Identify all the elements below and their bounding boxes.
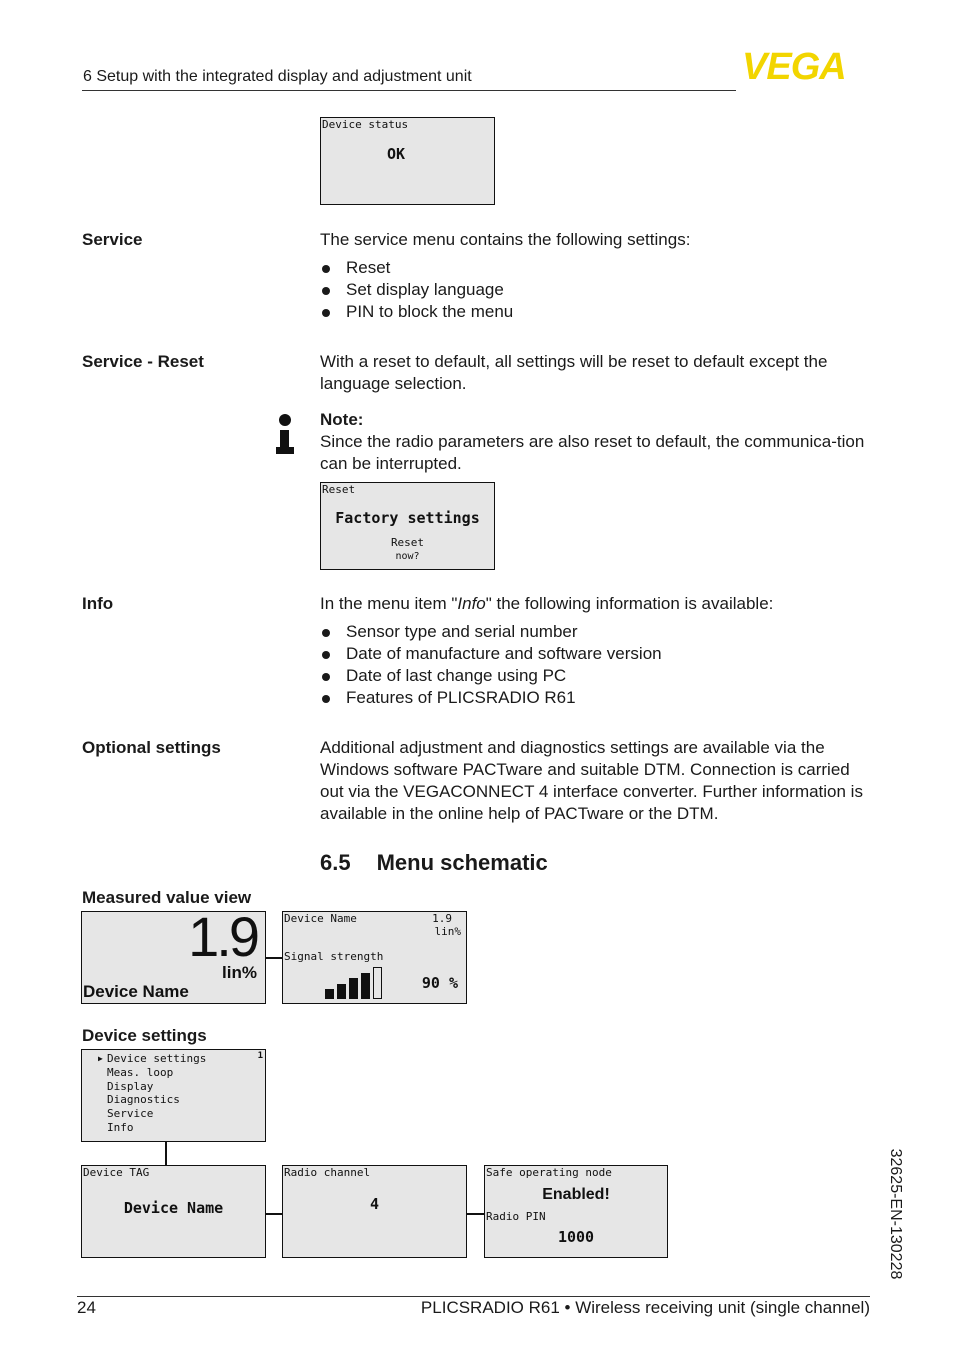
device-settings-heading: Device settings (82, 1026, 207, 1045)
connector (467, 1213, 484, 1215)
measured-value: 1.9 (188, 905, 260, 968)
info-list: Sensor type and serial number Date of ma… (320, 621, 880, 709)
list-item: Features of PLICSRADIO R61 (320, 687, 880, 709)
vega-logo: VEGA (742, 46, 847, 88)
optional-text: Additional adjustment and diagnostics se… (320, 738, 863, 823)
info-text: In the menu item "Info" the following in… (320, 593, 880, 709)
signal-bars-icon (325, 967, 385, 999)
connector (266, 1213, 283, 1215)
device-name: Device Name (83, 982, 189, 1001)
reset-text: With a reset to default, all settings wi… (320, 352, 828, 393)
display-title: Safe operating node (486, 1166, 612, 1179)
safe-mode-display: Safe operating node Enabled! Radio PIN 1… (484, 1165, 668, 1258)
list-item: PIN to block the menu (320, 301, 880, 323)
menu-item-info[interactable]: Info (107, 1121, 206, 1135)
paragraph: The service menu contains the following … (320, 230, 691, 249)
paragraph: In the menu item "Info" the following in… (320, 594, 774, 613)
display-unit: lin% (434, 925, 462, 938)
display-value: OK (387, 145, 406, 163)
device-settings-menu: 1 ▶ Device settings Meas. loop Display Di… (81, 1049, 266, 1142)
signal-percent: 90 % (421, 974, 458, 992)
menu-item-meas-loop[interactable]: Meas. loop (107, 1066, 206, 1080)
display-title: Device TAG (83, 1166, 150, 1179)
radio-channel-display: Radio channel 4 (282, 1165, 467, 1258)
display-value: 4 (369, 1195, 380, 1213)
menu-item-display[interactable]: Display (107, 1080, 206, 1094)
label-service: Service (82, 230, 143, 249)
display-title: Radio channel (284, 1166, 371, 1179)
footer-rule (77, 1296, 870, 1297)
display-value: Factory settings (335, 509, 480, 527)
display-title: Reset (322, 483, 356, 496)
service-text: The service menu contains the following … (320, 229, 880, 323)
signal-display: Device Name 1.9 lin% Signal strength 90 … (282, 911, 467, 1004)
radio-pin-value: 1000 (557, 1228, 595, 1246)
signal-label: Signal strength (284, 950, 384, 963)
note: Note: Since the radio parameters are als… (320, 409, 880, 475)
menu-item-diagnostics[interactable]: Diagnostics (107, 1093, 206, 1107)
list-item: Date of manufacture and software version (320, 643, 880, 665)
connector (266, 957, 283, 959)
info-icon (276, 414, 294, 456)
list-item: Set display language (320, 279, 880, 301)
menu-item-service[interactable]: Service (107, 1107, 206, 1121)
display-value: Device Name (123, 1199, 224, 1217)
note-text: Since the radio parameters are also rese… (320, 432, 865, 473)
display-line: now? (395, 551, 420, 562)
caret-right-icon: ▶ (98, 1054, 103, 1063)
display-value: Enabled! (542, 1186, 610, 1203)
header-rule (82, 90, 736, 91)
page-number: 24 (77, 1298, 96, 1317)
service-list: Reset Set display language PIN to block … (320, 257, 880, 323)
label-info: Info (82, 594, 114, 613)
device-tag-display: Device TAG Device Name (81, 1165, 266, 1258)
header-title: 6 Setup with the integrated display and … (83, 68, 472, 85)
page-number: 1 (257, 1051, 263, 1061)
list-item: Sensor type and serial number (320, 621, 880, 643)
device-status-display: Device status OK (320, 117, 495, 205)
connector (165, 1142, 167, 1165)
list-item: Date of last change using PC (320, 665, 880, 687)
display-title: Device Name (284, 912, 357, 925)
reset-display: Reset Factory settings Reset now? (320, 482, 495, 570)
display-title: Device status (322, 118, 409, 131)
label-service-reset: Service - Reset (82, 352, 204, 371)
measured-value-display: 1.9 lin% Device Name (81, 905, 266, 1004)
document-code: 32625-EN-130228 (887, 1148, 904, 1280)
label-optional-settings: Optional settings (82, 738, 221, 757)
display-label: Radio PIN (486, 1210, 546, 1223)
page: 6 Setup with the integrated display and … (0, 0, 954, 1354)
note-title: Note: (320, 410, 364, 429)
display-line: Reset (390, 536, 425, 549)
display-value: 1.9 (432, 912, 452, 925)
footer-title: PLICSRADIO R61 • Wireless receiving unit… (420, 1298, 870, 1317)
measured-unit: lin% (222, 963, 257, 982)
menu-item-device-settings[interactable]: ▶ Device settings (98, 1052, 206, 1066)
list-item: Reset (320, 257, 880, 279)
section-heading: 6.5 Menu schematic (320, 850, 548, 875)
